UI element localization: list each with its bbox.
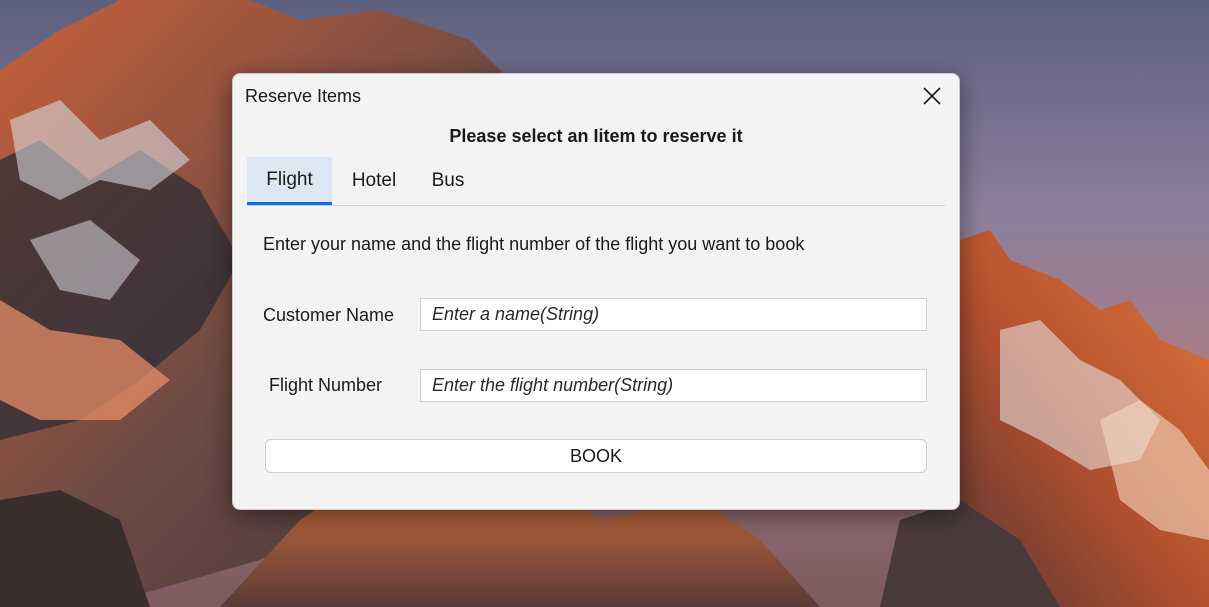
desktop: Reserve Items Please select an Iitem to … [0,0,1209,607]
book-button[interactable]: BOOK [265,439,927,473]
flight-instruction-text: Enter your name and the flight number of… [263,234,805,254]
tab-hotel[interactable]: Hotel [332,157,416,205]
window-title: Reserve Items [245,86,362,106]
close-button[interactable] [917,82,947,110]
flight-number-label: Flight Number [269,375,383,395]
customer-name-input[interactable] [420,298,927,331]
flight-number-input[interactable] [420,369,927,402]
tab-bar: Flight Hotel Bus [247,157,945,206]
reserve-items-dialog: Reserve Items Please select an Iitem to … [232,73,960,510]
title-bar: Reserve Items [233,74,959,118]
close-icon [923,87,941,105]
tab-flight[interactable]: Flight [247,157,332,205]
tab-bus[interactable]: Bus [416,157,480,205]
dialog-heading: Please select an Iitem to reserve it [449,126,743,146]
customer-name-label: Customer Name [263,305,395,325]
